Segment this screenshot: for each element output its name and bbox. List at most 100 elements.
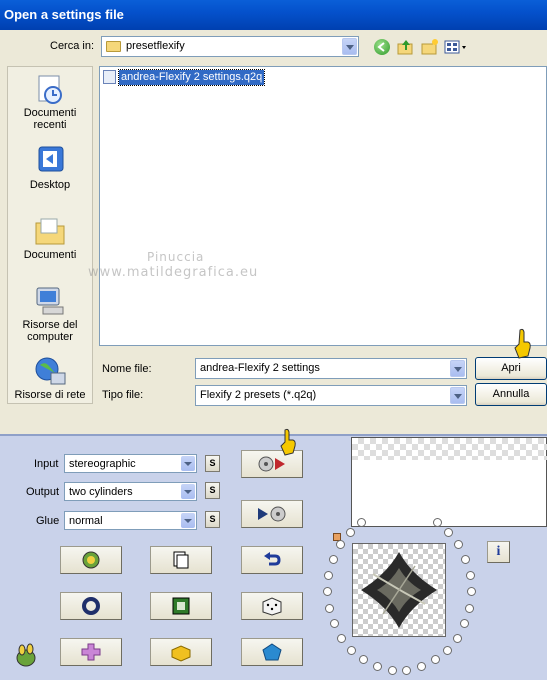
dial-dot[interactable] [337, 633, 347, 643]
recent-documents-icon [33, 73, 67, 105]
pentagon-button[interactable] [241, 638, 303, 666]
output-s-button[interactable]: S [205, 482, 220, 499]
documents-folder-icon [33, 215, 67, 247]
copy-icon [173, 551, 189, 569]
chevron-down-icon[interactable] [450, 387, 465, 404]
brick-button[interactable] [150, 638, 212, 666]
dial-dot[interactable] [329, 619, 339, 629]
open-button-label: Apri [501, 362, 521, 374]
place-label: Desktop [29, 179, 71, 191]
s-label: S [209, 485, 216, 495]
undo-icon [264, 552, 281, 566]
place-desktop[interactable]: Desktop [8, 145, 92, 191]
lookin-value: presetflexify [126, 40, 185, 52]
square-frame-icon [172, 597, 190, 615]
chevron-down-icon[interactable] [342, 38, 357, 55]
cancel-button-label: Annulla [492, 388, 530, 400]
glue-dropdown[interactable]: normal [64, 511, 197, 530]
filename-field[interactable]: andrea-Flexify 2 settings [195, 358, 467, 379]
title-bar: Open a settings file [0, 0, 547, 30]
info-button[interactable]: i [487, 541, 510, 563]
output-dropdown[interactable]: two cylinders [64, 482, 197, 501]
new-folder-icon[interactable] [421, 38, 439, 56]
output-preview [351, 437, 547, 527]
pentagon-icon [262, 643, 282, 661]
desktop-icon [33, 145, 67, 177]
places-bar: Documenti recenti Desktop Documenti Riso… [7, 66, 93, 404]
save-preset-button[interactable] [241, 500, 303, 528]
preview-thumbnail[interactable] [352, 543, 446, 637]
s-label: S [209, 514, 216, 524]
filetype-label: Tipo file: [102, 389, 144, 401]
disc-save-icon [258, 506, 286, 522]
randomize-button[interactable] [60, 546, 122, 574]
glue-value: normal [69, 515, 103, 527]
dial-dot[interactable] [452, 633, 462, 643]
s-label: S [209, 458, 216, 468]
up-folder-icon[interactable] [397, 38, 415, 56]
place-network[interactable]: Risorse di rete [8, 355, 92, 401]
dial-dot[interactable] [387, 665, 397, 675]
file-list[interactable]: andrea-Flexify 2 settings.q2q [99, 66, 547, 346]
glue-s-button[interactable]: S [205, 511, 220, 528]
computer-icon [33, 285, 67, 317]
chevron-down-icon[interactable] [181, 456, 195, 471]
ring-icon [82, 597, 100, 615]
watermark-line2: www.matildegrafica.eu [88, 265, 259, 280]
pointer-hand-icon [511, 328, 535, 362]
glue-label: Glue [36, 515, 60, 527]
place-label: Risorse del computer [22, 319, 78, 343]
place-documents[interactable]: Documenti [8, 215, 92, 261]
dice-icon [262, 597, 282, 616]
input-label: Input [34, 458, 59, 470]
dial-dot[interactable] [324, 603, 334, 613]
info-label: i [496, 544, 501, 559]
cancel-button[interactable]: Annulla [475, 383, 547, 406]
cross-shape-icon [81, 643, 101, 661]
lookin-label: Cerca in: [50, 40, 95, 52]
dial-dot[interactable] [347, 645, 357, 655]
place-label: Documenti recenti [23, 107, 77, 131]
network-icon [33, 355, 67, 387]
cross-button[interactable] [60, 638, 122, 666]
filename-label: Nome file: [102, 363, 152, 375]
copy-button[interactable] [150, 546, 212, 574]
dial-dot[interactable] [345, 527, 355, 537]
dial-dot[interactable] [432, 517, 442, 527]
chevron-down-icon[interactable] [181, 513, 195, 528]
watermark-line1: Pinuccia [147, 250, 205, 264]
transparency-checker [352, 438, 547, 460]
input-s-button[interactable]: S [205, 455, 220, 472]
output-label: Output [26, 486, 60, 498]
logo-icon [14, 642, 38, 668]
dice-button[interactable] [241, 592, 303, 620]
view-menu-icon[interactable] [444, 38, 468, 56]
chevron-down-icon[interactable] [181, 484, 195, 499]
frame-button[interactable] [150, 592, 212, 620]
warped-shape-image [361, 552, 437, 628]
place-label: Risorse di rete [14, 389, 86, 401]
swirl-icon [82, 551, 100, 569]
file-name: andrea-Flexify 2 settings.q2q [117, 69, 266, 86]
folder-icon [106, 41, 121, 52]
undo-button[interactable] [241, 546, 303, 574]
input-value: stereographic [69, 458, 136, 470]
window-title: Open a settings file [4, 7, 124, 22]
ring-button[interactable] [60, 592, 122, 620]
filetype-dropdown[interactable]: Flexify 2 presets (*.q2q) [195, 385, 467, 406]
filename-value: andrea-Flexify 2 settings [200, 362, 320, 374]
dial-dot[interactable] [402, 665, 412, 675]
filetype-value: Flexify 2 presets (*.q2q) [200, 389, 317, 401]
input-dropdown[interactable]: stereographic [64, 454, 197, 473]
dial-dot[interactable] [328, 554, 338, 564]
dial-dot[interactable] [465, 603, 475, 613]
output-value: two cylinders [69, 486, 133, 498]
back-icon[interactable] [374, 39, 390, 55]
chevron-down-icon[interactable] [450, 360, 465, 377]
place-label: Documenti [23, 249, 77, 261]
dial-dot[interactable] [465, 570, 475, 580]
place-recent-documents[interactable]: Documenti recenti [8, 73, 92, 131]
dial-dot[interactable] [442, 645, 452, 655]
lookin-dropdown[interactable]: presetflexify [101, 36, 359, 57]
place-my-computer[interactable]: Risorse del computer [8, 285, 92, 343]
